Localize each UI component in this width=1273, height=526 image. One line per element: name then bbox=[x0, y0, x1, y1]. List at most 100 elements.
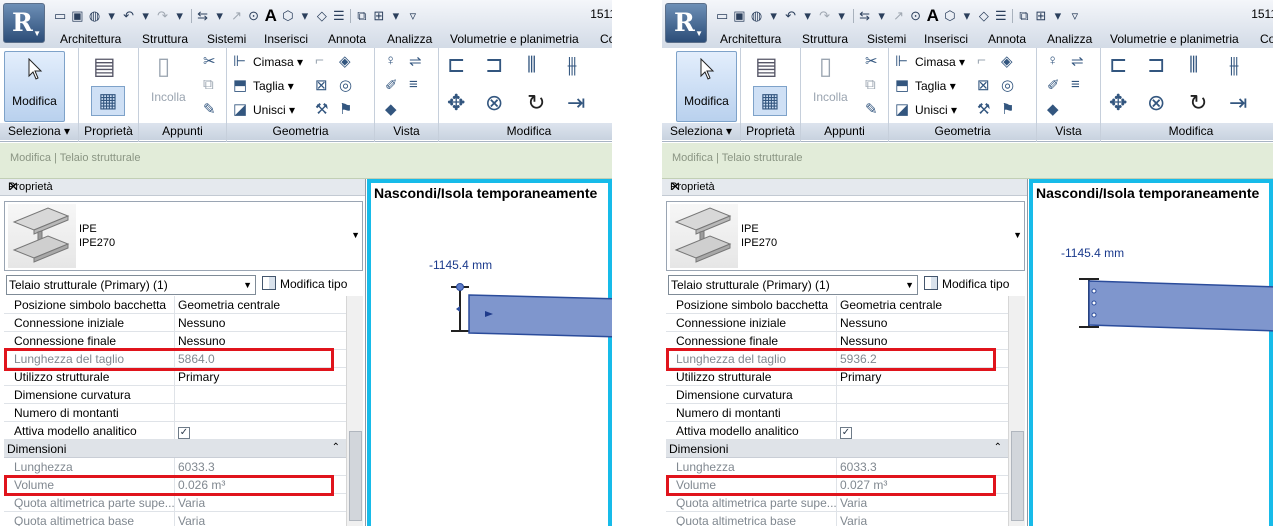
modify-button[interactable]: Modifica bbox=[4, 51, 65, 122]
tab-inserisci[interactable]: Inserisci bbox=[924, 32, 968, 46]
thin-lines-icon[interactable]: ☰ bbox=[995, 8, 1007, 24]
tab-collabora[interactable]: Co bbox=[1260, 32, 1273, 46]
property-row[interactable]: Lunghezza 6033.3 bbox=[666, 458, 1008, 476]
copy-icon[interactable]: ⧉ bbox=[865, 76, 876, 93]
tab-struttura[interactable]: Struttura bbox=[142, 32, 188, 46]
trim-icon[interactable]: ⇥ bbox=[567, 90, 585, 116]
close-hidden-icon[interactable]: ⧉ bbox=[356, 8, 368, 24]
close-icon[interactable]: ✕ bbox=[670, 179, 1020, 195]
scrollbar-thumb[interactable] bbox=[349, 431, 362, 521]
aligned-dimension-icon[interactable]: ↗ bbox=[893, 8, 905, 24]
align-icon[interactable]: ⊏ bbox=[1109, 52, 1127, 78]
3d-view-icon[interactable]: ⬡ bbox=[282, 8, 294, 24]
property-row[interactable]: Quota altimetrica base Varia bbox=[666, 512, 1008, 526]
wall-joins-icon[interactable]: ⌐ bbox=[315, 52, 324, 69]
cope-label[interactable]: Cimasa ▾ bbox=[253, 55, 303, 69]
analytical-checkbox[interactable]: ✓ bbox=[178, 427, 190, 439]
dimension-label[interactable]: -1145.4 mm bbox=[429, 258, 492, 272]
property-row[interactable]: Utilizzo strutturale Primary bbox=[4, 368, 346, 386]
dropdown-icon[interactable]: ▾ bbox=[836, 8, 848, 24]
cope-icon[interactable]: ⊩ bbox=[233, 52, 246, 70]
group-header-dimensioni[interactable]: Dimensioni ⌃ bbox=[4, 440, 346, 458]
align-icon[interactable]: ⊏ bbox=[447, 52, 465, 78]
hammer-icon[interactable]: ⚑ bbox=[339, 100, 352, 118]
application-menu-button[interactable]: R ▼ bbox=[3, 3, 45, 43]
remove-paint-icon[interactable]: ◎ bbox=[339, 76, 352, 94]
paste-icon[interactable]: ▯ bbox=[819, 52, 832, 81]
edit-type-button[interactable]: Modifica tipo bbox=[924, 275, 1009, 293]
tab-struttura[interactable]: Struttura bbox=[802, 32, 848, 46]
property-row[interactable]: Connessione finale Nessuno bbox=[4, 332, 346, 350]
eraser-icon[interactable]: ◆ bbox=[1047, 100, 1059, 118]
section-icon[interactable]: ◇ bbox=[316, 8, 328, 24]
switch-windows-icon[interactable]: ⊞ bbox=[373, 8, 385, 24]
tab-sistemi[interactable]: Sistemi bbox=[207, 32, 246, 46]
cut-geometry-icon[interactable]: ⬒ bbox=[233, 76, 247, 94]
graphics-icon[interactable]: ≡ bbox=[1071, 76, 1080, 93]
cut-geometry-label[interactable]: Taglia ▾ bbox=[915, 79, 956, 93]
customize-icon[interactable]: ▿ bbox=[407, 8, 419, 24]
property-row[interactable]: Attiva modello analitico ✓ bbox=[666, 422, 1008, 440]
override-icon[interactable]: ⇌ bbox=[1071, 52, 1084, 70]
tab-annota[interactable]: Annota bbox=[328, 32, 366, 46]
dropdown-icon[interactable]: ▾ bbox=[299, 8, 311, 24]
join-label[interactable]: Unisci ▾ bbox=[253, 103, 295, 117]
sync-icon[interactable]: ◍ bbox=[89, 8, 101, 24]
tab-architettura[interactable]: Architettura bbox=[60, 32, 121, 46]
split-face-icon[interactable]: ⊠ bbox=[315, 76, 328, 94]
property-row[interactable]: Numero di montanti bbox=[666, 404, 1008, 422]
text-icon[interactable]: A bbox=[265, 6, 277, 26]
match-type-icon[interactable]: ✎ bbox=[203, 100, 216, 118]
eraser-icon[interactable]: ◆ bbox=[385, 100, 397, 118]
dropdown-icon[interactable]: ▾ bbox=[106, 8, 118, 24]
paint-icon[interactable]: ◈ bbox=[339, 52, 351, 70]
override-icon[interactable]: ⇌ bbox=[409, 52, 422, 70]
cope-label[interactable]: Cimasa ▾ bbox=[915, 55, 965, 69]
linework-icon[interactable]: ✐ bbox=[385, 76, 398, 94]
redo-icon[interactable]: ↷ bbox=[157, 8, 169, 24]
panel-label[interactable]: Seleziona ▾ bbox=[0, 123, 78, 140]
scrollbar-thumb[interactable] bbox=[1011, 431, 1024, 521]
dropdown-icon[interactable]: ▾ bbox=[768, 8, 780, 24]
property-row[interactable]: Attiva modello analitico ✓ bbox=[4, 422, 346, 440]
switch-windows-icon[interactable]: ⊞ bbox=[1035, 8, 1047, 24]
property-row-volume[interactable]: Volume 0.027 m³ bbox=[666, 476, 1008, 494]
save-icon[interactable]: ▣ bbox=[733, 8, 745, 24]
section-icon[interactable]: ◇ bbox=[978, 8, 990, 24]
copy-element-icon[interactable]: ⊗ bbox=[485, 90, 503, 116]
dropdown-icon[interactable]: ▾ bbox=[174, 8, 186, 24]
open-icon[interactable]: ▭ bbox=[54, 8, 66, 24]
demolish-icon[interactable]: ⚒ bbox=[977, 100, 990, 118]
edit-type-button[interactable]: Modifica tipo bbox=[262, 275, 347, 293]
tab-annota[interactable]: Annota bbox=[988, 32, 1026, 46]
join-icon[interactable]: ◪ bbox=[233, 100, 247, 118]
cope-icon[interactable]: ⊩ bbox=[895, 52, 908, 70]
tab-volumetrie[interactable]: Volumetrie e planimetria bbox=[1110, 32, 1239, 46]
wall-joins-icon[interactable]: ⌐ bbox=[977, 52, 986, 69]
thin-lines-icon[interactable]: ☰ bbox=[333, 8, 345, 24]
property-row[interactable]: Connessione iniziale Nessuno bbox=[4, 314, 346, 332]
hide-icon[interactable]: ♀ bbox=[1047, 52, 1058, 69]
rotate-icon[interactable]: ↻ bbox=[1189, 90, 1207, 116]
cut-geometry-label[interactable]: Taglia ▾ bbox=[253, 79, 294, 93]
tab-architettura[interactable]: Architettura bbox=[720, 32, 781, 46]
trim-icon[interactable]: ⇥ bbox=[1229, 90, 1247, 116]
paste-icon[interactable]: ▯ bbox=[157, 52, 170, 81]
property-row-cut-length[interactable]: Lunghezza del taglio 5936.2 bbox=[666, 350, 1008, 368]
dropdown-icon[interactable]: ▾ bbox=[802, 8, 814, 24]
analytical-checkbox[interactable]: ✓ bbox=[840, 427, 852, 439]
beam-element[interactable] bbox=[441, 279, 612, 339]
undo-icon[interactable]: ↶ bbox=[785, 8, 797, 24]
measure-icon[interactable]: ⇆ bbox=[197, 8, 209, 24]
mirror-draw-axis-icon[interactable]: ⫵ bbox=[1229, 52, 1239, 78]
property-row-volume[interactable]: Volume 0.026 m³ bbox=[4, 476, 346, 494]
cut-icon[interactable]: ✂ bbox=[865, 52, 878, 70]
chevron-down-icon[interactable]: ▼ bbox=[1013, 230, 1022, 240]
application-menu-button[interactable]: R ▼ bbox=[665, 3, 707, 43]
tag-icon[interactable]: ⊙ bbox=[910, 8, 922, 24]
mirror-pick-axis-icon[interactable]: ⫴ bbox=[1189, 52, 1198, 78]
tab-inserisci[interactable]: Inserisci bbox=[264, 32, 308, 46]
cut-geometry-icon[interactable]: ⬒ bbox=[895, 76, 909, 94]
tab-analizza[interactable]: Analizza bbox=[387, 32, 432, 46]
property-row[interactable]: Quota altimetrica parte supe... Varia bbox=[666, 494, 1008, 512]
